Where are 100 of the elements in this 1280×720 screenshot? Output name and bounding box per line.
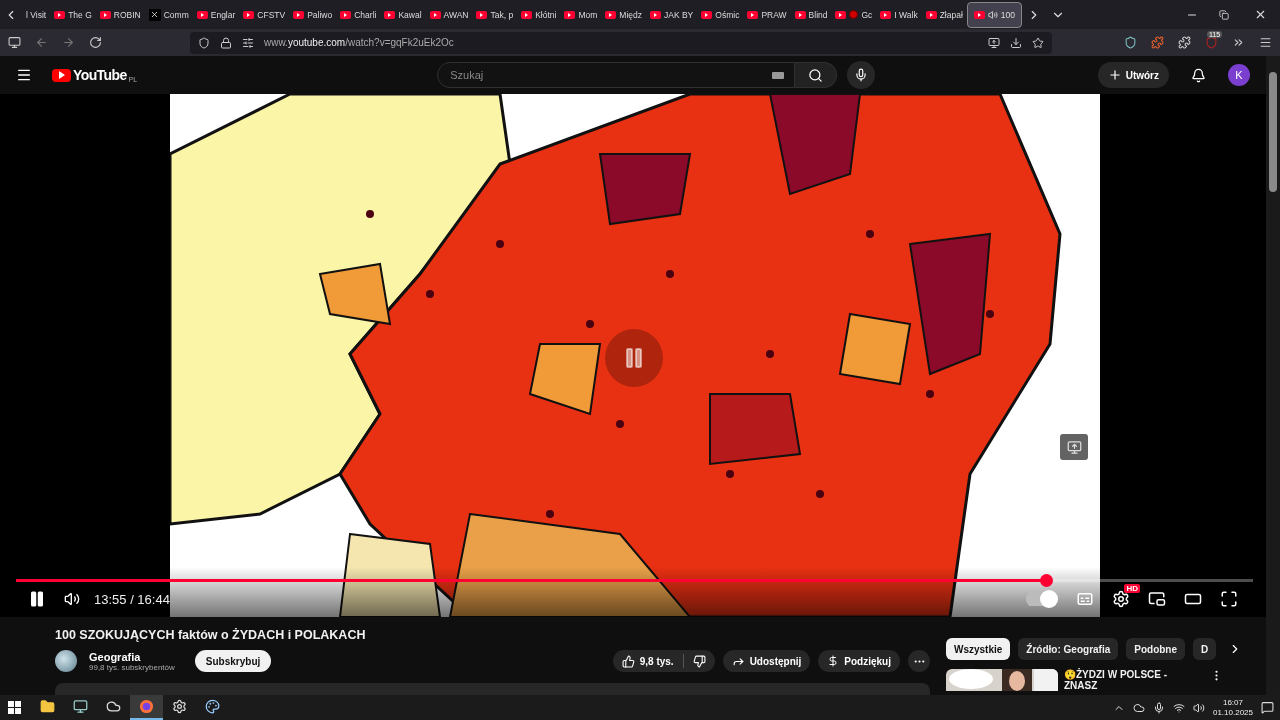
subscribe-button[interactable]: Subskrybuj xyxy=(194,650,272,672)
fullscreen-icon xyxy=(1220,590,1238,608)
thumbs-up-icon xyxy=(621,654,635,668)
browser-tab[interactable]: Tak, p xyxy=(472,1,518,28)
youtube-icon xyxy=(196,10,208,19)
reload-icon xyxy=(89,36,102,50)
search-input[interactable]: Szukaj xyxy=(448,68,773,82)
channel-avatar[interactable] xyxy=(55,650,77,672)
miniplayer-button[interactable] xyxy=(1060,434,1088,460)
url-text: www.youtube.com/watch?v=gqFk2uEk2Oc xyxy=(264,37,455,49)
browser-tab[interactable]: Comm xyxy=(144,1,193,28)
hd-badge: HD xyxy=(1124,584,1140,593)
palette-icon xyxy=(205,699,220,714)
browser-tab[interactable]: Ośmic xyxy=(697,1,744,28)
taskbar-app[interactable] xyxy=(130,695,163,720)
cloud-icon xyxy=(1132,701,1145,714)
clock-time: 16:07 xyxy=(1222,697,1243,708)
lock-icon xyxy=(220,36,232,49)
youtube-icon xyxy=(476,10,488,19)
browser-tab[interactable]: Gc xyxy=(831,1,877,28)
dollar-icon xyxy=(827,655,840,667)
browser-tab[interactable]: PRAW xyxy=(743,1,791,28)
monitor-icon xyxy=(73,699,88,714)
youtube-icon xyxy=(747,10,759,19)
create-button[interactable]: Utwórz xyxy=(1097,62,1169,88)
youtube-logo[interactable]: YouTube xyxy=(73,67,127,83)
notifications-icon xyxy=(1261,701,1274,714)
youtube-icon xyxy=(701,10,713,19)
settings-icon xyxy=(1112,590,1130,608)
subscriber-count: 99,8 tys. subskrybentów xyxy=(89,662,175,672)
youtube-icon xyxy=(564,10,576,19)
browser-tab[interactable]: Międz xyxy=(601,1,646,28)
search-field[interactable]: Szukaj xyxy=(437,62,796,88)
browser-tab[interactable]: Kawal xyxy=(380,1,426,28)
browser-tab[interactable]: CFSTV xyxy=(239,1,290,28)
windows-start-icon[interactable] xyxy=(8,701,21,714)
filter-chip[interactable]: Źródło: Geografia xyxy=(1018,638,1119,660)
mic-icon xyxy=(1152,701,1165,714)
browser-tab[interactable]: Englar xyxy=(192,1,240,28)
miniplayer-icon xyxy=(1148,590,1166,608)
plus-icon xyxy=(1107,68,1122,82)
thumbs-down-icon xyxy=(692,654,706,668)
clock-date: 01.10.2025 xyxy=(1212,707,1253,718)
bell-icon xyxy=(1191,67,1206,83)
browser-tab[interactable]: JAK BY xyxy=(646,1,698,28)
like-button[interactable]: 9,8 tys. xyxy=(612,650,683,672)
browser-tab[interactable]: I Walk xyxy=(876,1,922,28)
bookmark-star-icon xyxy=(1032,36,1044,49)
autoplay-toggle[interactable] xyxy=(1026,590,1058,608)
youtube-icon xyxy=(99,10,111,19)
browser-tab[interactable]: AWAN xyxy=(425,1,473,28)
browser-icon xyxy=(139,699,154,714)
x-icon xyxy=(148,8,161,21)
browser-tab[interactable]: 100 xyxy=(966,1,1022,28)
browser-tab[interactable]: Paliwo xyxy=(289,1,337,28)
browser-tab[interactable]: l Visit xyxy=(22,1,51,28)
mic-icon xyxy=(854,68,869,82)
restore-icon xyxy=(1219,9,1229,20)
youtube-icon xyxy=(605,10,617,19)
browser-tab[interactable]: Mom xyxy=(560,1,602,28)
youtube-icon xyxy=(340,10,352,19)
more-button[interactable] xyxy=(908,650,930,672)
youtube-icon xyxy=(650,10,661,19)
pause-icon xyxy=(28,590,46,608)
browser-tab[interactable]: Blind xyxy=(790,1,832,28)
search-icon xyxy=(808,67,824,83)
folder-icon xyxy=(40,699,55,714)
youtube-icon xyxy=(973,10,985,19)
download-icon xyxy=(1010,36,1022,49)
channel-name[interactable]: Geografia xyxy=(89,650,175,663)
thanks-button[interactable]: Podziękuj xyxy=(818,650,900,672)
youtube-icon xyxy=(835,10,847,19)
filter-chip[interactable]: Wszystkie xyxy=(946,638,1011,660)
youtube-icon xyxy=(521,10,533,19)
search-button[interactable] xyxy=(795,62,838,88)
voice-search-button[interactable] xyxy=(847,61,876,89)
filter-chip[interactable]: Podobne xyxy=(1126,638,1186,660)
forward-icon xyxy=(62,36,75,50)
video-title: 100 SZOKUJĄCYCH faktów o ŻYDACH i POLAKACH xyxy=(55,628,367,642)
share-button[interactable]: Udostępnij xyxy=(722,650,811,672)
cast-icon xyxy=(988,36,1000,49)
browser-tab[interactable]: Kłótni xyxy=(517,1,561,28)
user-avatar[interactable]: K xyxy=(1228,64,1250,86)
filter-chip[interactable]: D xyxy=(1193,638,1217,660)
video-title[interactable]: 😲ŻYDZI W POLSCE - ZNASZ xyxy=(1064,669,1194,691)
browser-tab[interactable]: ROBIN xyxy=(95,1,145,28)
address-bar[interactable]: www.youtube.com/watch?v=gqFk2uEk2Oc xyxy=(190,31,1052,54)
browser-tab[interactable]: Złapał xyxy=(921,1,967,28)
network-icon xyxy=(1172,701,1185,714)
back-icon xyxy=(35,36,48,50)
shield-icon xyxy=(198,36,210,49)
speaker-icon xyxy=(987,9,998,20)
time-display: 13:55 / 16:44 xyxy=(94,591,170,607)
youtube-icon xyxy=(54,10,66,19)
youtube-icon xyxy=(384,10,396,19)
browser-tab[interactable]: Charli xyxy=(336,1,381,28)
browser-tab[interactable]: The G xyxy=(50,1,96,28)
menu-icon xyxy=(1259,36,1272,50)
scrollbar-thumb[interactable] xyxy=(1269,72,1277,192)
volume-icon xyxy=(64,591,80,607)
